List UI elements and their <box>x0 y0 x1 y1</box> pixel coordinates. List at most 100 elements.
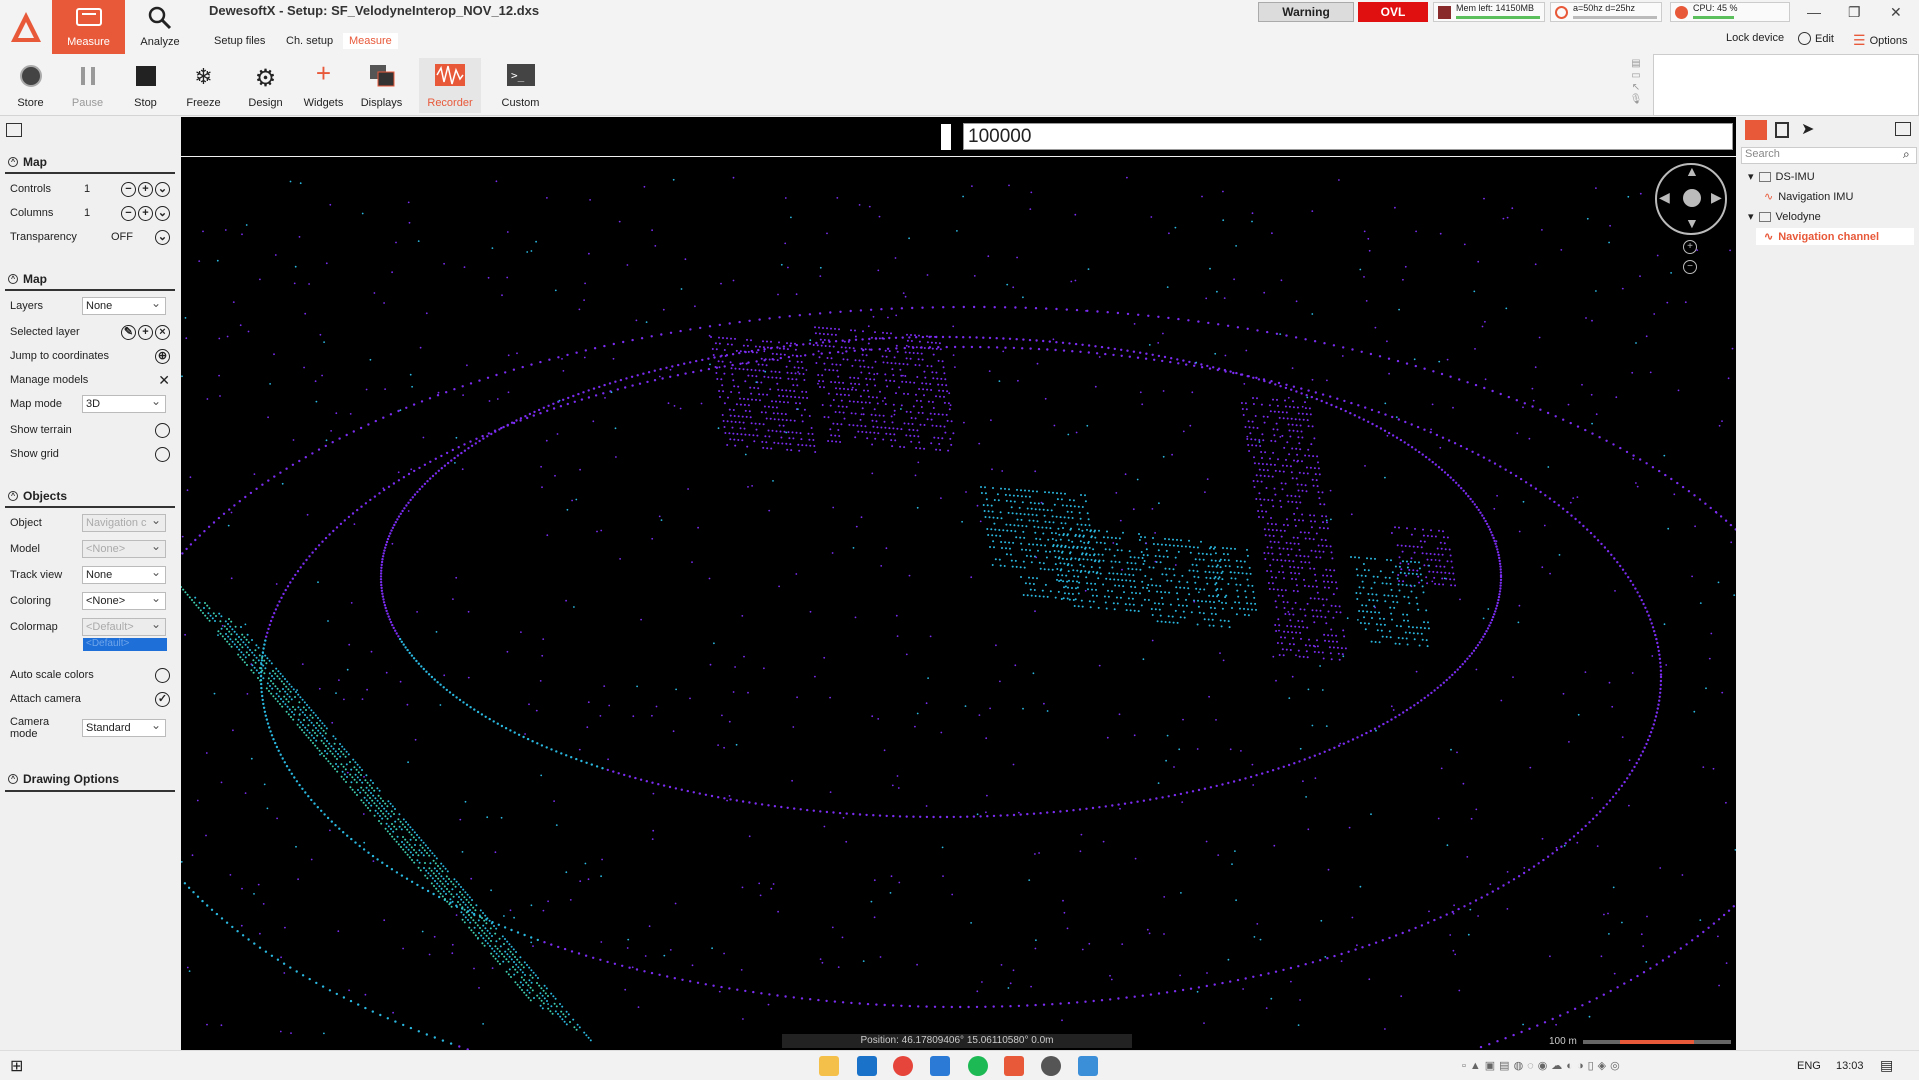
zoom-in-icon[interactable]: + <box>1683 240 1697 254</box>
show-grid-label: Show grid <box>10 448 59 460</box>
tree-item-ds-imu[interactable]: ▾ DS-IMU <box>1748 170 1815 184</box>
track-view-select[interactable]: None <box>82 564 166 584</box>
auto-scale-row: Auto scale colors <box>10 665 170 685</box>
settings-icon[interactable] <box>1041 1056 1061 1076</box>
panel-toggle-icon[interactable] <box>6 123 22 137</box>
tools-icon[interactable]: ✕ <box>158 372 170 389</box>
cpu-meter: CPU: 45 % <box>1670 2 1790 22</box>
objects-section-header[interactable]: ^ Objects <box>8 489 67 503</box>
zoom-out-icon[interactable]: − <box>1683 260 1697 274</box>
store-label: Store <box>17 97 44 109</box>
recorder-button[interactable]: Recorder <box>419 58 481 113</box>
tab-ch-setup[interactable]: Ch. setup <box>280 33 339 49</box>
channel-search-input[interactable]: Search <box>1741 147 1917 164</box>
divider <box>5 790 175 792</box>
map2-header-label: Map <box>23 272 47 286</box>
collapse-icon: ^ <box>8 491 18 501</box>
panel-collapse-icon[interactable] <box>1895 122 1911 136</box>
chevron-down-icon[interactable]: ⌄ <box>155 229 170 245</box>
colormap-dropdown-option[interactable]: <Default> <box>83 638 167 651</box>
warning-badge[interactable]: Warning <box>1258 2 1354 22</box>
navigation-compass-icon[interactable]: ▲ ▼ ◀ ▶ <box>1655 163 1727 235</box>
windows-start-icon[interactable]: ⊞ <box>10 1056 23 1076</box>
chevron-down-icon[interactable]: ⌄ <box>155 181 170 197</box>
transparency-label: Transparency <box>10 231 77 243</box>
channels-tab-icon[interactable] <box>1745 120 1767 140</box>
coloring-select[interactable]: <None> <box>82 590 166 610</box>
close-icon[interactable]: ✕ <box>1890 4 1902 21</box>
title-bar: Measure Analyze DewesoftX - Setup: SF_Ve… <box>0 0 1919 54</box>
store-app-icon[interactable] <box>857 1056 877 1076</box>
widgets-button[interactable]: + Widgets <box>295 58 352 113</box>
tree-item-navigation-channel[interactable]: ∿ Navigation channel <box>1756 228 1914 245</box>
terminal-icon: >_ <box>506 64 535 86</box>
note-tools[interactable]: ▤ ▭ ↖ 🎙 <box>1627 58 1645 112</box>
attach-camera-checkbox[interactable]: ✓ <box>155 691 170 707</box>
language-indicator[interactable]: ENG <box>1797 1060 1821 1072</box>
freeze-button[interactable]: ❄ Freeze <box>175 58 232 113</box>
lock-device-button[interactable]: Lock device <box>1726 32 1784 44</box>
notification-icon[interactable]: ▤ <box>1880 1057 1893 1074</box>
tab-setup-files[interactable]: Setup files <box>208 33 271 49</box>
map-mode-select[interactable]: 3D <box>82 393 166 413</box>
dewesoft-taskbar-icon[interactable] <box>1004 1056 1024 1076</box>
spotify-icon[interactable] <box>968 1056 988 1076</box>
options-button[interactable]: ☰ Options <box>1853 32 1907 49</box>
file-explorer-icon[interactable] <box>819 1056 839 1076</box>
map-header-label: Map <box>23 155 47 169</box>
notes-box[interactable] <box>1653 54 1919 116</box>
show-grid-checkbox[interactable] <box>155 446 170 462</box>
minus-icon[interactable]: − <box>121 205 136 221</box>
left-settings-panel: ^ Map Controls 1− + ⌄ Columns 1− + ⌄ Transparen… <box>0 117 179 1050</box>
camera-mode-select[interactable]: Standard <box>82 717 166 737</box>
mode-analyze-button[interactable]: Analyze <box>125 0 195 54</box>
drawing-section-header[interactable]: ^ Drawing Options <box>8 772 119 786</box>
edit-button[interactable]: Edit <box>1798 32 1834 45</box>
object-select[interactable]: Navigation c <box>82 512 166 532</box>
map2-section-header[interactable]: ^ Map <box>8 272 47 286</box>
layers-select[interactable]: None <box>82 295 166 315</box>
design-button[interactable]: ⚙ Design <box>237 58 294 113</box>
chevron-down-icon[interactable]: ⌄ <box>155 205 170 221</box>
stop-button[interactable]: Stop <box>117 58 174 113</box>
remove-layer-icon[interactable]: × <box>155 324 170 340</box>
colormap-select[interactable]: <Default> <box>82 616 166 636</box>
minus-icon[interactable]: − <box>121 181 136 197</box>
auto-scale-checkbox[interactable] <box>155 667 170 683</box>
app-window-icon[interactable] <box>1078 1056 1098 1076</box>
layers-row: Layers None <box>10 295 170 316</box>
point-count-input[interactable]: 100000 <box>963 123 1733 150</box>
point-cloud <box>181 176 1736 1050</box>
vscode-icon[interactable] <box>930 1056 950 1076</box>
divider <box>5 172 175 174</box>
slider-handle[interactable] <box>941 124 951 150</box>
clock[interactable]: 13:03 <box>1836 1060 1864 1072</box>
mode-measure-button[interactable]: Measure <box>52 0 125 54</box>
displays-button[interactable]: Displays <box>353 58 410 113</box>
calendar-icon[interactable] <box>1775 122 1789 138</box>
plus-icon[interactable]: + <box>138 205 153 221</box>
show-terrain-checkbox[interactable] <box>155 422 170 438</box>
cursor-icon[interactable]: ➤ <box>1801 119 1814 139</box>
store-button[interactable]: Store <box>2 58 59 113</box>
plus-icon[interactable]: + <box>138 181 153 197</box>
crosshair-icon[interactable]: ⊕ <box>155 348 170 364</box>
pause-button[interactable]: Pause <box>59 58 116 113</box>
tab-measure[interactable]: Measure <box>343 33 398 49</box>
sync-icon <box>1555 6 1568 19</box>
map-section-header[interactable]: ^ Map <box>8 155 47 169</box>
tree-item-navigation-imu[interactable]: ∿ Navigation IMU <box>1764 190 1853 204</box>
ovl-badge[interactable]: OVL <box>1358 2 1428 22</box>
minimize-icon[interactable]: — <box>1807 4 1821 20</box>
columns-value: 1 <box>84 207 91 219</box>
custom-button[interactable]: >_ Custom <box>491 58 550 113</box>
chrome-icon[interactable] <box>893 1056 913 1076</box>
add-layer-icon[interactable]: + <box>138 324 153 340</box>
controls-row: Controls 1− + ⌄ <box>10 179 170 199</box>
system-tray-icons[interactable]: ▫▲▣▤◍◌◉☁◐◑▯◈◎ <box>1462 1059 1624 1072</box>
restore-icon[interactable]: ❐ <box>1848 4 1861 21</box>
lidar-map-view[interactable]: ▲ ▼ ◀ ▶ + − <box>181 157 1736 1050</box>
tree-item-velodyne[interactable]: ▾ Velodyne <box>1748 210 1821 224</box>
edit-layer-icon[interactable]: ✎ <box>121 324 136 340</box>
model-select[interactable]: <None> <box>82 538 166 558</box>
